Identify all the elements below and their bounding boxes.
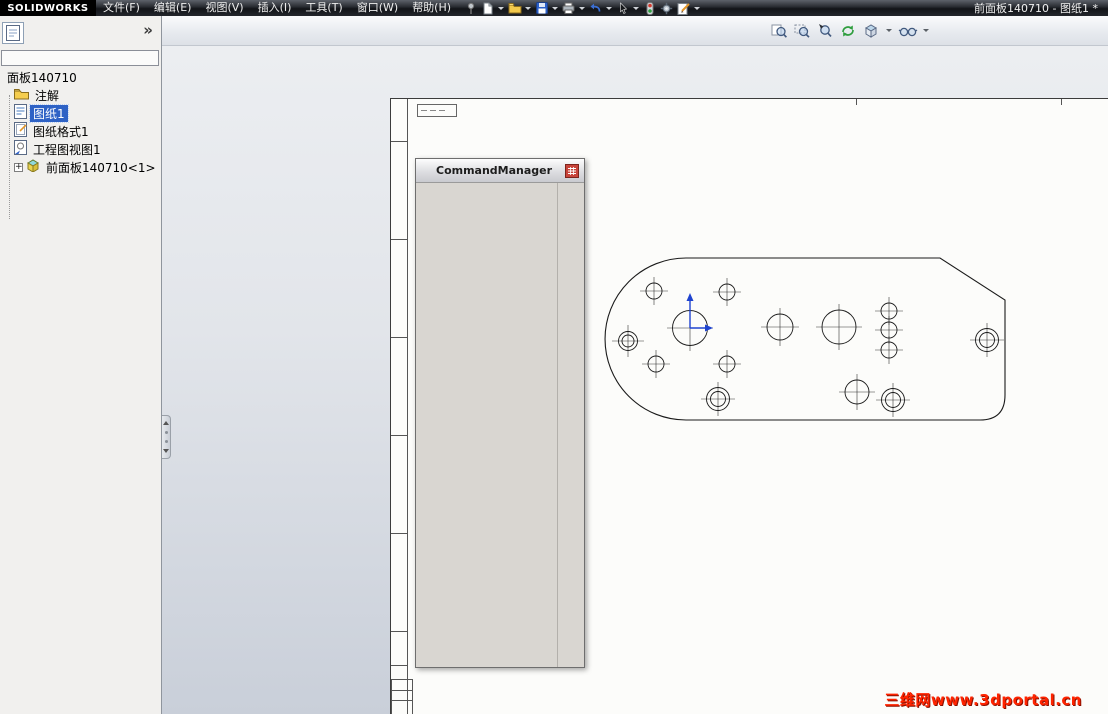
print-dropdown-caret[interactable]	[579, 6, 586, 10]
menu-tools[interactable]: 工具(T)	[298, 0, 349, 16]
commandmanager-title: CommandManager	[436, 164, 553, 177]
new-dropdown-caret[interactable]	[498, 6, 505, 10]
tree-item-part[interactable]: + 前面板140710<1>	[0, 158, 161, 176]
tree-item-label: 前面板140710<1>	[46, 160, 156, 175]
menu-window[interactable]: 窗口(W)	[350, 0, 405, 16]
tree-item-sheet-format1[interactable]: 图纸格式1	[0, 122, 161, 140]
select-icon[interactable]	[614, 1, 631, 16]
annotations-folder-icon	[14, 88, 29, 103]
save-icon[interactable]	[533, 1, 550, 16]
tree-item-annotations[interactable]: 注解	[0, 86, 161, 104]
menu-edit[interactable]: 编辑(E)	[147, 0, 199, 16]
part-icon	[26, 159, 40, 175]
tree-root-drawing[interactable]: 面板140710	[0, 68, 161, 86]
titlebar: SOLIDWORKS 文件(F) 编辑(E) 视图(V) 插入(I) 工具(T)…	[0, 0, 1108, 16]
pin-icon[interactable]	[462, 1, 479, 16]
tree-guide-line	[9, 95, 10, 219]
tree-expander-plus[interactable]: +	[14, 162, 23, 172]
commandmanager-window[interactable]: CommandManager	[415, 158, 585, 668]
feature-tree-panel: » 面板140710 注解 图纸1 图纸格式1 工程图视图1 + 前面板1407…	[0, 16, 162, 714]
solidworks-logo: SOLIDWORKS	[0, 0, 96, 16]
graphics-viewport[interactable]: CommandManager 三维网www.3dportal.cn	[162, 16, 1108, 714]
menu-insert[interactable]: 插入(I)	[251, 0, 299, 16]
undo-dropdown-caret[interactable]	[606, 6, 613, 10]
sketch-icon[interactable]	[675, 1, 692, 16]
panel-collapse-chevrons[interactable]: »	[143, 21, 153, 39]
sheet-format-icon	[14, 122, 27, 140]
sketch-dropdown-caret[interactable]	[694, 6, 701, 10]
menu-view[interactable]: 视图(V)	[198, 0, 250, 16]
options-icon[interactable]	[658, 1, 675, 16]
tree-item-label: 注解	[35, 88, 60, 103]
commandmanager-titlebar[interactable]: CommandManager	[416, 159, 584, 183]
drawing-view-plate	[604, 257, 1006, 421]
open-dropdown-caret[interactable]	[525, 6, 532, 10]
save-dropdown-caret[interactable]	[552, 6, 559, 10]
tree-item-label: 图纸格式1	[33, 124, 89, 139]
menu-file[interactable]: 文件(F)	[96, 0, 147, 16]
main-toolbar	[462, 1, 702, 16]
window-title: 前面板140710 - 图纸1 *	[974, 2, 1098, 15]
tree-item-label: 工程图视图1	[33, 142, 101, 157]
tree-item-drawing-view1[interactable]: 工程图视图1	[0, 140, 161, 158]
open-icon[interactable]	[506, 1, 523, 16]
tree-filter-box[interactable]	[1, 50, 159, 66]
print-icon[interactable]	[560, 1, 577, 16]
commandmanager-pin-icon[interactable]	[565, 163, 579, 178]
origin-arrows	[686, 293, 713, 332]
sheet-icon	[14, 104, 27, 122]
panel-tab-sheet-icon[interactable]	[2, 22, 24, 44]
panel-header: »	[0, 16, 161, 50]
tree-root-label: 面板140710	[7, 70, 77, 85]
new-document-icon[interactable]	[479, 1, 496, 16]
rebuild-icon[interactable]	[641, 1, 658, 16]
select-dropdown-caret[interactable]	[633, 6, 640, 10]
tree-item-sheet1[interactable]: 图纸1	[0, 103, 161, 123]
menu-help[interactable]: 帮助(H)	[405, 0, 458, 16]
feature-tree: 面板140710 注解 图纸1 图纸格式1 工程图视图1 + 前面板140710…	[0, 68, 161, 219]
undo-icon[interactable]	[587, 1, 604, 16]
tree-item-label-selected: 图纸1	[29, 103, 69, 123]
solidworks-window: SOLIDWORKS 文件(F) 编辑(E) 视图(V) 插入(I) 工具(T)…	[0, 0, 1108, 714]
drawing-view-icon	[14, 140, 27, 158]
commandmanager-separator	[557, 183, 558, 667]
commandmanager-body	[416, 183, 584, 667]
